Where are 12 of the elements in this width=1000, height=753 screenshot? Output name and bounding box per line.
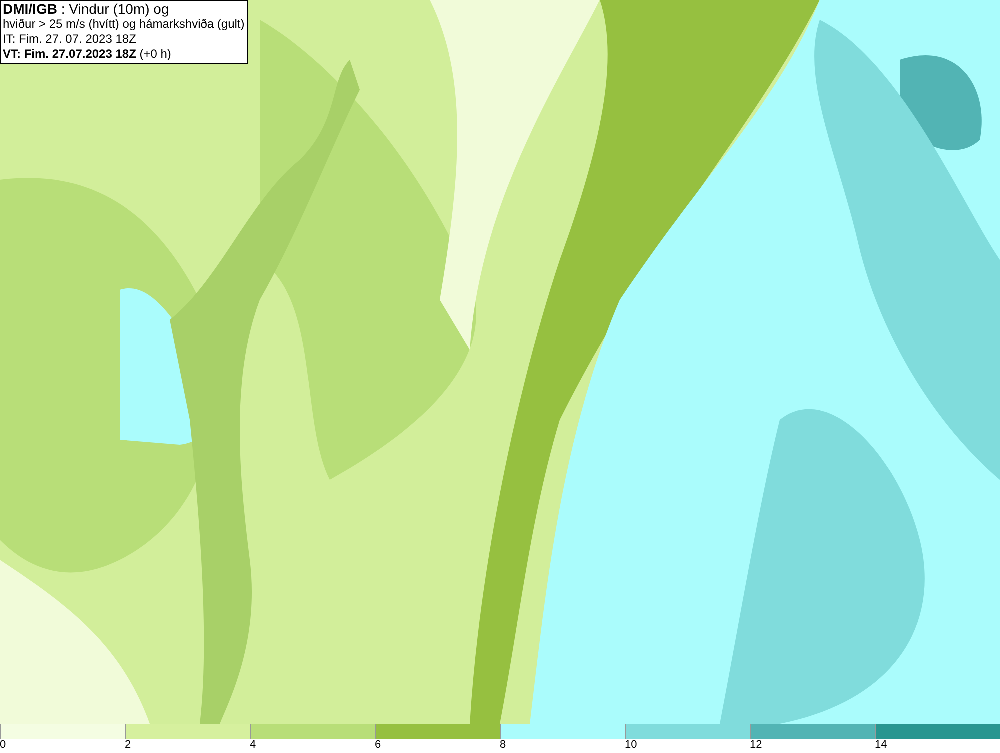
legend-label: 0 [0, 739, 6, 752]
info-text: IT: Fim. 27. 07. 2023 18Z [3, 32, 138, 47]
info-text: VT: Fim. 27.07.2023 18Z (+0 h) [3, 47, 172, 62]
legend-label: 14 [875, 739, 888, 752]
info-text: DMI/IGB : Vindur (10m) og [3, 2, 170, 17]
legend-label: 2 [125, 739, 132, 752]
legend-label: 4 [250, 739, 256, 752]
legend-label: 12 [750, 739, 762, 752]
info-text: hviður > 25 m/s (hvítt) og hámarkshviða (gult) [3, 17, 245, 32]
legend-label: 6 [375, 739, 382, 752]
legend-label: 8 [500, 739, 506, 752]
legend-label: 10 [625, 739, 638, 752]
